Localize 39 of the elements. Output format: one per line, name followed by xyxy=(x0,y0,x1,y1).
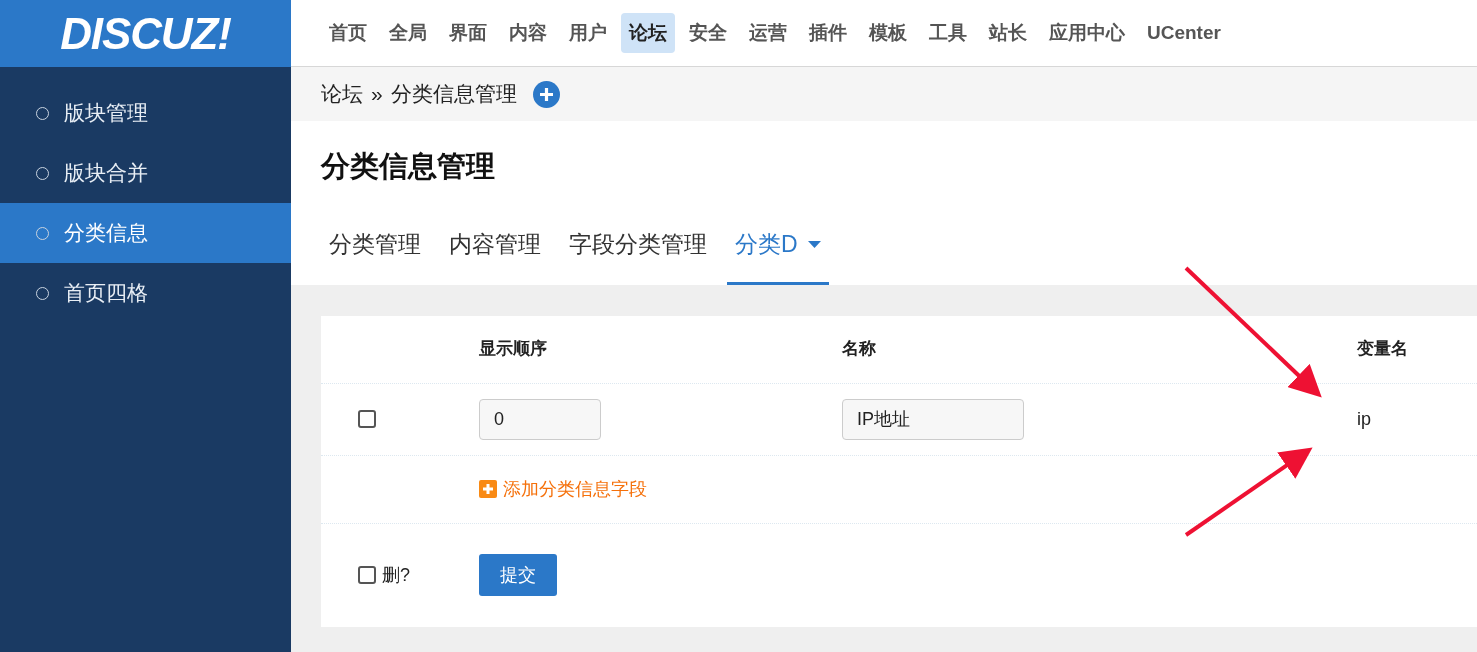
nav-tab[interactable]: 模板 xyxy=(861,12,915,54)
add-icon[interactable] xyxy=(532,80,560,108)
nav-tab[interactable]: 工具 xyxy=(921,12,975,54)
nav-tab[interactable]: UCenter xyxy=(1139,12,1229,54)
column-header: 名称 xyxy=(842,338,877,361)
delete-label: 删? xyxy=(382,563,410,587)
nav-tab[interactable]: 论坛 xyxy=(621,12,675,54)
sidebar-item[interactable]: 首页四格 xyxy=(0,263,291,323)
breadcrumb-link[interactable]: 论坛 xyxy=(321,78,363,110)
add-icon xyxy=(479,480,497,498)
breadcrumb-current: 分类信息管理 xyxy=(390,81,517,108)
nav-tab[interactable]: 内容 xyxy=(501,12,555,54)
nav-tab[interactable]: 应用中心 xyxy=(1041,12,1133,54)
tab[interactable]: 内容管理 xyxy=(441,213,549,285)
tab[interactable]: 分类管理 xyxy=(321,213,429,285)
row-checkbox[interactable] xyxy=(358,410,376,428)
nav-tab[interactable]: 界面 xyxy=(441,12,495,54)
delete-checkbox[interactable] xyxy=(358,566,376,584)
sidebar-item[interactable]: 分类信息 xyxy=(0,203,291,263)
tab[interactable]: 字段分类管理 xyxy=(561,213,715,285)
breadcrumb-separator: » xyxy=(371,81,383,108)
nav-tab[interactable]: 首页 xyxy=(321,12,375,54)
sidebar-item[interactable]: 版块管理 xyxy=(0,83,291,143)
variable-cell-text: ip xyxy=(1357,407,1372,431)
page-title: 分类信息管理 xyxy=(321,149,496,184)
column-header: 变量名 xyxy=(1357,338,1409,361)
name-input[interactable]: IP地址 xyxy=(842,398,1024,440)
nav-tab[interactable]: 全局 xyxy=(381,12,435,54)
nav-tab[interactable]: 安全 xyxy=(681,12,735,54)
sidebar-item[interactable]: 版块合并 xyxy=(0,143,291,203)
submit-button[interactable]: 提交 xyxy=(479,554,557,596)
column-header: 显示顺序 xyxy=(479,338,548,361)
nav-tab[interactable]: 站长 xyxy=(981,12,1035,54)
logo[interactable]: DISCUZ! xyxy=(60,11,231,56)
nav-tab[interactable]: 运营 xyxy=(741,12,795,54)
tab[interactable]: 分类D xyxy=(727,213,829,285)
nav-tab[interactable]: 插件 xyxy=(801,12,855,54)
order-input[interactable]: 0 xyxy=(479,398,601,440)
nav-tab[interactable]: 用户 xyxy=(561,12,615,54)
